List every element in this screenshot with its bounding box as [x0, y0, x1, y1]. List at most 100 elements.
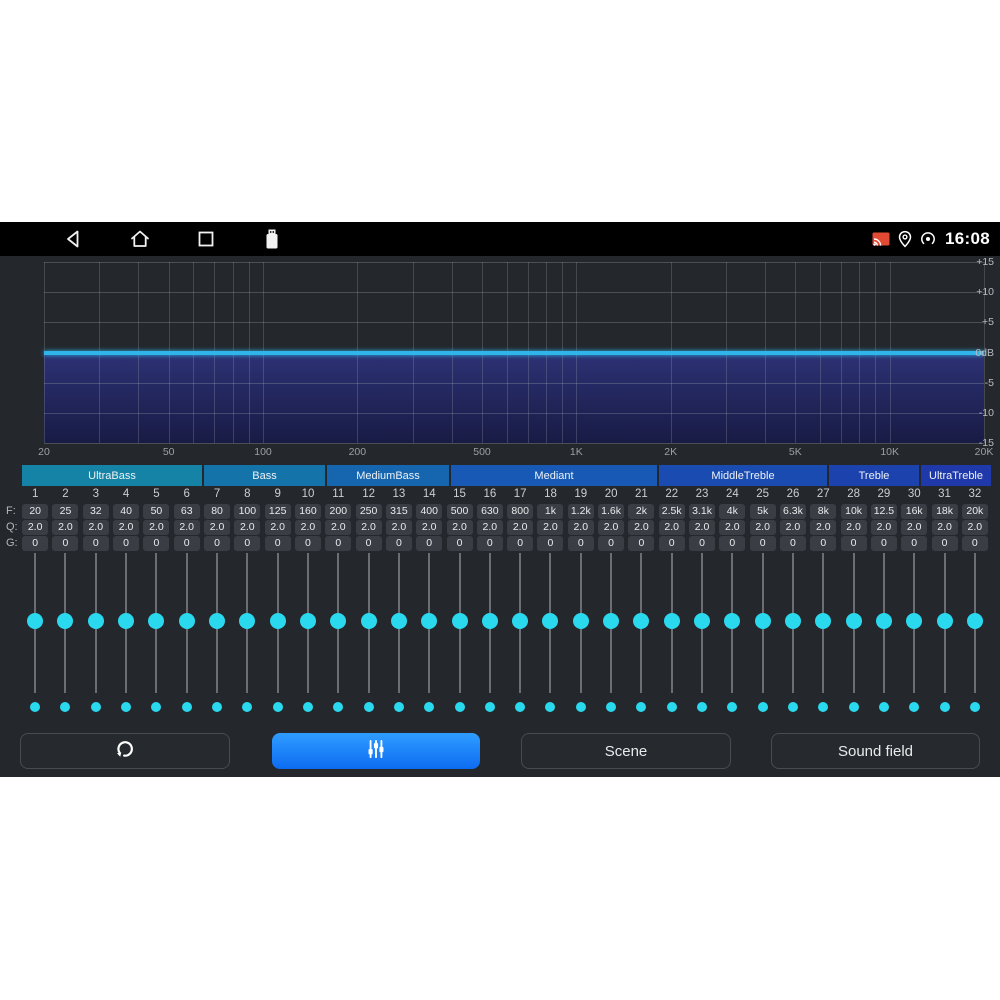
band-f-value[interactable]: 8k — [810, 504, 836, 519]
band-g-value[interactable]: 0 — [356, 536, 382, 551]
band-q-value[interactable]: 2.0 — [628, 520, 654, 535]
band-q-value[interactable]: 2.0 — [52, 520, 78, 535]
back-icon[interactable] — [62, 227, 86, 251]
band-f-value[interactable]: 63 — [174, 504, 200, 519]
band-g-value[interactable]: 0 — [659, 536, 685, 551]
band-group-tab-ultratreble[interactable]: UltraTreble — [921, 465, 991, 486]
band-g-value[interactable]: 0 — [780, 536, 806, 551]
usb-icon[interactable] — [260, 227, 284, 251]
band-g-value[interactable]: 0 — [325, 536, 351, 551]
band-q-value[interactable]: 2.0 — [598, 520, 624, 535]
recents-icon[interactable] — [194, 227, 218, 251]
band-f-value[interactable]: 5k — [750, 504, 776, 519]
band-f-value[interactable]: 20k — [962, 504, 988, 519]
band-g-value[interactable]: 0 — [265, 536, 291, 551]
band-slider-knob[interactable] — [27, 613, 43, 629]
band-g-value[interactable]: 0 — [416, 536, 442, 551]
band-g-value[interactable]: 0 — [568, 536, 594, 551]
band-f-value[interactable]: 2k — [628, 504, 654, 519]
band-f-value[interactable]: 800 — [507, 504, 533, 519]
band-f-value[interactable]: 80 — [204, 504, 230, 519]
band-group-tab-bass[interactable]: Bass — [204, 465, 325, 486]
band-q-value[interactable]: 2.0 — [295, 520, 321, 535]
band-slider-knob[interactable] — [876, 613, 892, 629]
band-g-value[interactable]: 0 — [204, 536, 230, 551]
band-g-value[interactable]: 0 — [810, 536, 836, 551]
band-g-value[interactable]: 0 — [841, 536, 867, 551]
band-slider-knob[interactable] — [694, 613, 710, 629]
band-g-value[interactable]: 0 — [750, 536, 776, 551]
band-group-tab-mediant[interactable]: Mediant — [451, 465, 657, 486]
band-slider-knob[interactable] — [906, 613, 922, 629]
band-f-value[interactable]: 200 — [325, 504, 351, 519]
band-slider-knob[interactable] — [270, 613, 286, 629]
band-f-value[interactable]: 500 — [447, 504, 473, 519]
band-f-value[interactable]: 25 — [52, 504, 78, 519]
band-slider-knob[interactable] — [573, 613, 589, 629]
band-q-value[interactable]: 2.0 — [416, 520, 442, 535]
band-slider-knob[interactable] — [57, 613, 73, 629]
band-q-value[interactable]: 2.0 — [871, 520, 897, 535]
band-f-value[interactable]: 32 — [83, 504, 109, 519]
band-g-value[interactable]: 0 — [447, 536, 473, 551]
band-q-value[interactable]: 2.0 — [780, 520, 806, 535]
band-slider-knob[interactable] — [118, 613, 134, 629]
band-f-value[interactable]: 100 — [234, 504, 260, 519]
band-q-value[interactable]: 2.0 — [537, 520, 563, 535]
band-slider-knob[interactable] — [937, 613, 953, 629]
band-f-value[interactable]: 6.3k — [780, 504, 806, 519]
band-q-value[interactable]: 2.0 — [143, 520, 169, 535]
band-q-value[interactable]: 2.0 — [22, 520, 48, 535]
band-q-value[interactable]: 2.0 — [386, 520, 412, 535]
band-q-value[interactable]: 2.0 — [113, 520, 139, 535]
band-q-value[interactable]: 2.0 — [356, 520, 382, 535]
band-f-value[interactable]: 2.5k — [659, 504, 685, 519]
band-q-value[interactable]: 2.0 — [659, 520, 685, 535]
band-q-value[interactable]: 2.0 — [447, 520, 473, 535]
band-slider-knob[interactable] — [967, 613, 983, 629]
band-g-value[interactable]: 0 — [537, 536, 563, 551]
band-q-value[interactable]: 2.0 — [719, 520, 745, 535]
band-f-value[interactable]: 10k — [841, 504, 867, 519]
band-f-value[interactable]: 125 — [265, 504, 291, 519]
band-q-value[interactable]: 2.0 — [932, 520, 958, 535]
band-g-value[interactable]: 0 — [719, 536, 745, 551]
band-slider-knob[interactable] — [330, 613, 346, 629]
band-g-value[interactable]: 0 — [386, 536, 412, 551]
band-slider-knob[interactable] — [815, 613, 831, 629]
band-group-tab-ultrabass[interactable]: UltraBass — [22, 465, 202, 486]
band-q-value[interactable]: 2.0 — [265, 520, 291, 535]
band-group-tab-treble[interactable]: Treble — [829, 465, 919, 486]
band-g-value[interactable]: 0 — [598, 536, 624, 551]
band-f-value[interactable]: 400 — [416, 504, 442, 519]
band-g-value[interactable]: 0 — [871, 536, 897, 551]
band-q-value[interactable]: 2.0 — [750, 520, 776, 535]
band-g-value[interactable]: 0 — [174, 536, 200, 551]
band-g-value[interactable]: 0 — [234, 536, 260, 551]
band-slider-knob[interactable] — [421, 613, 437, 629]
band-q-value[interactable]: 2.0 — [901, 520, 927, 535]
band-q-value[interactable]: 2.0 — [841, 520, 867, 535]
band-g-value[interactable]: 0 — [507, 536, 533, 551]
band-q-value[interactable]: 2.0 — [962, 520, 988, 535]
band-f-value[interactable]: 20 — [22, 504, 48, 519]
band-group-tab-middletreble[interactable]: MiddleTreble — [659, 465, 827, 486]
band-slider-knob[interactable] — [148, 613, 164, 629]
band-g-value[interactable]: 0 — [901, 536, 927, 551]
eq-button[interactable] — [272, 733, 480, 769]
band-f-value[interactable]: 40 — [113, 504, 139, 519]
band-slider-knob[interactable] — [603, 613, 619, 629]
band-f-value[interactable]: 315 — [386, 504, 412, 519]
band-f-value[interactable]: 1k — [537, 504, 563, 519]
band-g-value[interactable]: 0 — [83, 536, 109, 551]
band-g-value[interactable]: 0 — [932, 536, 958, 551]
band-q-value[interactable]: 2.0 — [325, 520, 351, 535]
band-q-value[interactable]: 2.0 — [204, 520, 230, 535]
band-slider-knob[interactable] — [179, 613, 195, 629]
home-icon[interactable] — [128, 227, 152, 251]
band-g-value[interactable]: 0 — [113, 536, 139, 551]
band-slider-knob[interactable] — [633, 613, 649, 629]
band-slider-knob[interactable] — [512, 613, 528, 629]
band-slider-knob[interactable] — [542, 613, 558, 629]
band-f-value[interactable]: 4k — [719, 504, 745, 519]
